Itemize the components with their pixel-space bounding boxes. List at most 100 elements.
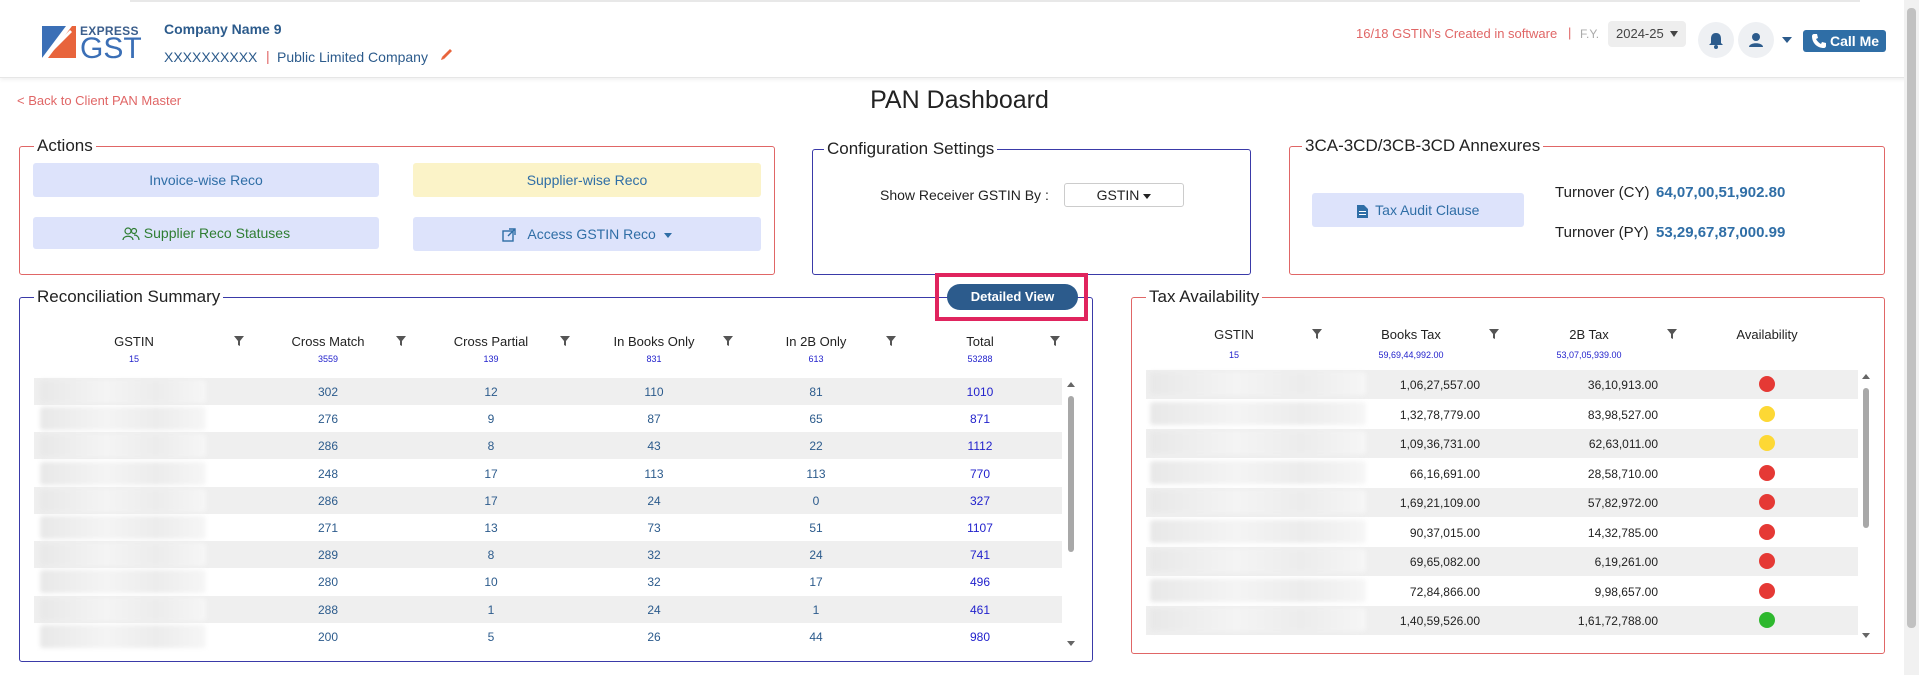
header-separator: |: [1568, 25, 1572, 40]
supplier-reco-statuses-button[interactable]: Supplier Reco Statuses: [33, 217, 379, 249]
table-row[interactable]: 90,37,015.00 14,32,785.00: [1146, 518, 1858, 547]
express-gst-logo[interactable]: EXPRESS GST: [42, 20, 142, 64]
availability-yellow-dot: [1759, 405, 1775, 422]
column-header: Books Tax: [1381, 327, 1441, 342]
redacted-gstin: [1150, 608, 1366, 631]
twob-tax-cell: 83,98,527.00: [1587, 407, 1658, 422]
availability-red-dot: [1759, 582, 1775, 599]
receiver-gstin-select[interactable]: GSTIN: [1064, 183, 1184, 207]
books-tax-cell: 1,32,78,779.00: [1399, 407, 1480, 422]
notifications-button[interactable]: [1698, 22, 1734, 58]
back-to-client-pan-master-link[interactable]: < Back to Client PAN Master: [17, 93, 181, 108]
fy-select[interactable]: 2024-25: [1608, 21, 1686, 47]
reconciliation-table-scrollbar[interactable]: [1066, 382, 1076, 646]
availability-red-dot: [1759, 553, 1775, 569]
annexures-legend: 3CA-3CD/3CB-3CD Annexures: [1302, 136, 1544, 156]
table-row[interactable]: 271 13 73 51 1107: [34, 514, 1062, 541]
invoice-wise-reco-button[interactable]: Invoice-wise Reco: [33, 163, 379, 197]
twob-tax-cell: 57,82,972.00: [1587, 496, 1658, 510]
tax-audit-clause-button[interactable]: Tax Audit Clause: [1312, 193, 1524, 227]
tax-audit-clause-label: Tax Audit Clause: [1375, 202, 1480, 218]
redacted-gstin: [40, 543, 206, 567]
phone-icon: [1812, 34, 1826, 48]
filter-icon[interactable]: [886, 336, 896, 346]
table-cell: 17: [484, 493, 498, 508]
company-pan: XXXXXXXXXX: [164, 49, 258, 65]
reconciliation-summary-panel: Reconciliation Summary GSTIN 15 Cross Matc…: [19, 287, 1093, 662]
table-cell: 51: [809, 521, 823, 535]
scrollbar-thumb[interactable]: [1068, 396, 1074, 552]
availability-red-dot: [1759, 376, 1775, 392]
table-row[interactable]: 200 5 26 44 980: [34, 623, 1062, 650]
filter-icon[interactable]: [234, 336, 244, 346]
table-cell: 276: [317, 412, 339, 427]
table-row[interactable]: 302 12 110 81 1010: [34, 378, 1062, 405]
table-cell: 461: [969, 602, 991, 617]
edit-pencil-icon[interactable]: [440, 47, 454, 61]
table-row[interactable]: 289 8 32 24 741: [34, 541, 1062, 569]
table-cell: 302: [317, 385, 339, 399]
redacted-gstin: [1150, 372, 1366, 395]
table-row[interactable]: 288 1 24 1 461: [34, 595, 1062, 623]
filter-icon[interactable]: [723, 336, 733, 346]
twob-tax-cell: 6,19,261.00: [1594, 555, 1658, 569]
annexures-panel: 3CA-3CD/3CB-3CD Annexures Tax Audit Clau…: [1289, 136, 1885, 275]
table-row[interactable]: 1,40,59,526.00 1,61,72,788.00: [1146, 606, 1858, 635]
tax-table-scrollbar[interactable]: [1861, 374, 1871, 638]
books-tax-cell: 1,69,21,109.00: [1399, 496, 1480, 510]
scroll-down-arrow-icon[interactable]: [1067, 641, 1075, 646]
table-cell: 0: [812, 493, 820, 508]
table-row[interactable]: 69,65,082.00 6,19,261.00: [1146, 547, 1858, 576]
table-cell: 327: [969, 493, 991, 508]
chevron-down-icon: [1670, 31, 1678, 37]
availability-green-dot: [1759, 612, 1775, 628]
fy-value: 2024-25: [1616, 26, 1664, 41]
table-row[interactable]: 1,09,36,731.00 62,63,011.00: [1146, 429, 1858, 458]
table-row[interactable]: 280 10 32 17 496: [34, 568, 1062, 595]
books-tax-cell: 66,16,691.00: [1409, 466, 1480, 481]
show-receiver-gstin-label: Show Receiver GSTIN By :: [880, 187, 1049, 203]
twob-tax-cell: 36,10,913.00: [1587, 378, 1658, 392]
table-row[interactable]: 286 17 24 0 327: [34, 486, 1062, 514]
books-tax-cell: 1,40,59,526.00: [1399, 614, 1480, 628]
scroll-up-arrow-icon[interactable]: [1862, 374, 1870, 379]
table-row[interactable]: 276 9 87 65 871: [34, 405, 1062, 432]
access-gstin-reco-button[interactable]: Access GSTIN Reco: [413, 217, 761, 251]
table-row[interactable]: 72,84,866.00 9,98,657.00: [1146, 577, 1858, 606]
column-total: 831: [646, 354, 662, 364]
table-row[interactable]: 248 17 113 113 770: [34, 460, 1062, 487]
table-row[interactable]: 66,16,691.00 28,58,710.00: [1146, 459, 1858, 488]
table-cell: 110: [644, 385, 664, 399]
filter-icon[interactable]: [1050, 336, 1060, 346]
supplier-wise-reco-button[interactable]: Supplier-wise Reco: [413, 163, 761, 197]
filter-icon[interactable]: [396, 336, 406, 346]
table-row[interactable]: 1,69,21,109.00 57,82,972.00: [1146, 488, 1858, 517]
filter-icon[interactable]: [1489, 329, 1499, 339]
column-header: 2B Tax: [1569, 327, 1609, 342]
scroll-down-arrow-icon[interactable]: [1862, 633, 1870, 638]
filter-icon[interactable]: [1667, 329, 1677, 339]
document-icon: [1356, 204, 1368, 218]
scroll-up-arrow-icon[interactable]: [1067, 382, 1075, 387]
table-row[interactable]: 1,32,78,779.00 83,98,527.00: [1146, 400, 1858, 429]
scrollbar-thumb[interactable]: [1863, 388, 1869, 528]
user-menu-caret-icon[interactable]: [1782, 37, 1792, 43]
reconciliation-summary-legend: Reconciliation Summary: [34, 287, 224, 307]
twob-tax-cell: 28,58,710.00: [1587, 466, 1658, 481]
chevron-down-icon: [663, 232, 672, 238]
filter-icon[interactable]: [1312, 329, 1322, 339]
tax-availability-legend: Tax Availability: [1146, 287, 1263, 307]
table-row[interactable]: 1,06,27,557.00 36,10,913.00: [1146, 370, 1858, 399]
redacted-gstin: [40, 461, 206, 485]
user-menu-button[interactable]: [1738, 22, 1774, 58]
filter-icon[interactable]: [560, 336, 570, 346]
table-row[interactable]: 286 8 43 22 1112: [34, 432, 1062, 460]
call-me-button[interactable]: Call Me: [1803, 30, 1886, 52]
table-cell: 10: [484, 575, 498, 590]
table-cell: 12: [484, 385, 498, 399]
user-icon: [1749, 33, 1763, 47]
availability-red-dot: [1759, 523, 1775, 540]
users-icon: [122, 227, 140, 241]
receiver-gstin-value: GSTIN: [1096, 187, 1140, 203]
column-header: GSTIN: [114, 334, 154, 349]
